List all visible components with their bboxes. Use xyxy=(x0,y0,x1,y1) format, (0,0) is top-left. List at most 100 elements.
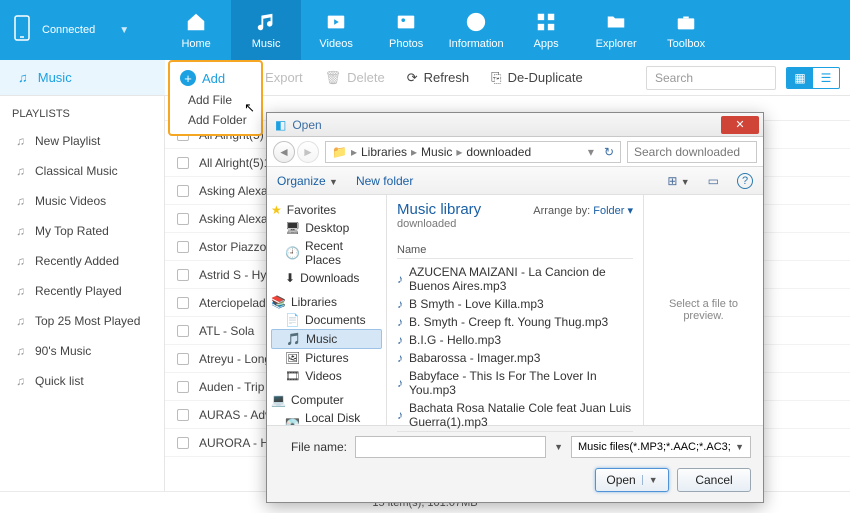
sidebar-item[interactable]: ♫Quick list xyxy=(0,366,164,396)
folder-icon: 📁 xyxy=(332,145,347,159)
sidebar-item[interactable]: ♫Music Videos xyxy=(0,186,164,216)
main-nav: Home Music Videos Photos Information App… xyxy=(161,0,721,60)
tree-pictures[interactable]: 🖼Pictures xyxy=(271,349,382,367)
col-header-name[interactable]: Name xyxy=(397,240,633,259)
grid-view-button[interactable]: ▦ xyxy=(787,68,813,88)
nav-toolbox-label: Toolbox xyxy=(667,38,705,50)
tree-desktop[interactable]: 🖥Desktop xyxy=(271,219,382,237)
nav-apps[interactable]: Apps xyxy=(511,0,581,60)
music-icon xyxy=(255,11,277,36)
sidebar-item[interactable]: ♫90's Music xyxy=(0,336,164,366)
row-checkbox[interactable] xyxy=(177,353,189,365)
nav-information[interactable]: Information xyxy=(441,0,511,60)
tree-favorites[interactable]: ★Favorites xyxy=(271,201,382,219)
sidebar-item[interactable]: ♫New Playlist xyxy=(0,126,164,156)
bc-downloaded[interactable]: downloaded xyxy=(466,145,531,159)
dedup-icon: ⎘ xyxy=(491,70,501,86)
sidebar-item[interactable]: ♫Recently Played xyxy=(0,276,164,306)
row-checkbox[interactable] xyxy=(177,185,189,197)
file-item[interactable]: ♪B.I.G - Hello.mp3 xyxy=(397,331,633,349)
file-item[interactable]: ♪Babarossa - Imager.mp3 xyxy=(397,349,633,367)
content-toolbar: ♫ Music +Add ↗Export 🗑Delete ⟳Refresh ⎘D… xyxy=(0,60,850,96)
filetype-filter[interactable]: Music files(*.MP3;*.AAC;*.AC3;▼ xyxy=(571,436,751,458)
audio-file-icon: ♪ xyxy=(397,376,403,390)
view-mode-button[interactable]: ⊞ ▼ xyxy=(667,174,689,188)
tree-recent[interactable]: 🕘Recent Places xyxy=(271,237,382,269)
chevron-down-icon[interactable]: ▾ xyxy=(588,145,594,159)
file-item[interactable]: ♪AZUCENA MAIZANI - La Cancion de Buenos … xyxy=(397,263,633,295)
sidebar-item-label: New Playlist xyxy=(35,134,100,148)
document-icon: 📄 xyxy=(285,313,300,327)
bc-libraries[interactable]: Libraries xyxy=(361,145,407,159)
sidebar-item[interactable]: ♫Classical Music xyxy=(0,156,164,186)
arrange-by[interactable]: Arrange by: Folder ▾ xyxy=(533,204,633,217)
tree-disk-c[interactable]: 💽Local Disk (C:) xyxy=(271,409,382,425)
row-checkbox[interactable] xyxy=(177,241,189,253)
apps-icon xyxy=(535,11,557,36)
open-button[interactable]: Open▼ xyxy=(595,468,669,492)
sidebar-item[interactable]: ♫Recently Added xyxy=(0,246,164,276)
audio-file-icon: ♪ xyxy=(397,408,403,422)
refresh-button[interactable]: ⟳Refresh xyxy=(407,70,469,86)
delete-button[interactable]: 🗑Delete xyxy=(325,70,385,86)
sidebar-tab-music[interactable]: ♫ Music xyxy=(0,60,165,95)
sidebar-item[interactable]: ♫Top 25 Most Played xyxy=(0,306,164,336)
back-button[interactable]: ◄ xyxy=(273,141,295,163)
audio-file-icon: ♪ xyxy=(397,351,403,365)
new-folder-button[interactable]: New folder xyxy=(356,174,413,188)
row-checkbox[interactable] xyxy=(177,157,189,169)
file-item[interactable]: ♪B. Smyth - Creep ft. Young Thug.mp3 xyxy=(397,313,633,331)
cancel-button[interactable]: Cancel xyxy=(677,468,751,492)
dedup-button[interactable]: ⎘De-Duplicate xyxy=(491,70,583,86)
list-view-button[interactable]: ☰ xyxy=(813,68,839,88)
device-selector[interactable]: Connected ▼ xyxy=(0,0,149,60)
help-button[interactable]: ? xyxy=(737,173,753,189)
preview-pane-button[interactable]: ▭ xyxy=(708,174,719,188)
tree-music[interactable]: 🎵Music xyxy=(271,329,382,349)
row-checkbox[interactable] xyxy=(177,269,189,281)
nav-music[interactable]: Music xyxy=(231,0,301,60)
bc-music[interactable]: Music xyxy=(421,145,452,159)
filename-input[interactable] xyxy=(355,436,546,458)
tree-libraries[interactable]: 📚Libraries xyxy=(271,293,382,311)
row-checkbox[interactable] xyxy=(177,297,189,309)
filename-history-dropdown[interactable]: ▼ xyxy=(554,442,563,452)
folder-icon xyxy=(605,11,627,36)
dialog-search[interactable]: Search downloaded xyxy=(627,141,757,163)
horizontal-scrollbar[interactable] xyxy=(397,431,633,432)
row-checkbox[interactable] xyxy=(177,409,189,421)
tree-computer[interactable]: 💻Computer xyxy=(271,391,382,409)
row-checkbox[interactable] xyxy=(177,325,189,337)
tree-videos[interactable]: 🎞Videos xyxy=(271,367,382,385)
playlists-sidebar: PLAYLISTS ♫New Playlist♫Classical Music♫… xyxy=(0,96,165,491)
nav-music-label: Music xyxy=(252,38,281,50)
nav-home[interactable]: Home xyxy=(161,0,231,60)
sidebar-item[interactable]: ♫My Top Rated xyxy=(0,216,164,246)
file-name: B. Smyth - Creep ft. Young Thug.mp3 xyxy=(409,315,608,329)
device-status: Connected xyxy=(42,24,95,36)
video-icon: 🎞 xyxy=(285,369,300,383)
nav-photos[interactable]: Photos xyxy=(371,0,441,60)
row-checkbox[interactable] xyxy=(177,381,189,393)
file-item[interactable]: ♪Babyface - This Is For The Lover In You… xyxy=(397,367,633,399)
file-name: AZUCENA MAIZANI - La Cancion de Buenos A… xyxy=(409,265,633,293)
close-button[interactable]: ✕ xyxy=(721,116,759,134)
tree-documents[interactable]: 📄Documents xyxy=(271,311,382,329)
file-item[interactable]: ♪B Smyth - Love Killa.mp3 xyxy=(397,295,633,313)
nav-toolbox[interactable]: Toolbox xyxy=(651,0,721,60)
organize-button[interactable]: Organize ▼ xyxy=(277,174,338,188)
forward-button[interactable]: ► xyxy=(297,141,319,163)
refresh-icon[interactable]: ↻ xyxy=(604,145,614,159)
nav-videos[interactable]: Videos xyxy=(301,0,371,60)
nav-explorer[interactable]: Explorer xyxy=(581,0,651,60)
file-item[interactable]: ♪Bachata Rosa Natalie Cole feat Juan Lui… xyxy=(397,399,633,431)
row-checkbox[interactable] xyxy=(177,437,189,449)
breadcrumb[interactable]: 📁 ▸Libraries ▸Music ▸downloaded ▾ ↻ xyxy=(325,141,621,163)
file-name: B Smyth - Love Killa.mp3 xyxy=(409,297,544,311)
row-checkbox[interactable] xyxy=(177,213,189,225)
tree-downloads[interactable]: ⬇Downloads xyxy=(271,269,382,287)
search-input[interactable]: Search xyxy=(646,66,776,90)
dialog-titlebar[interactable]: ◧Open ✕ xyxy=(267,113,763,137)
sidebar-item-label: Recently Played xyxy=(35,284,122,298)
playlist-icon: ♫ xyxy=(16,344,25,358)
